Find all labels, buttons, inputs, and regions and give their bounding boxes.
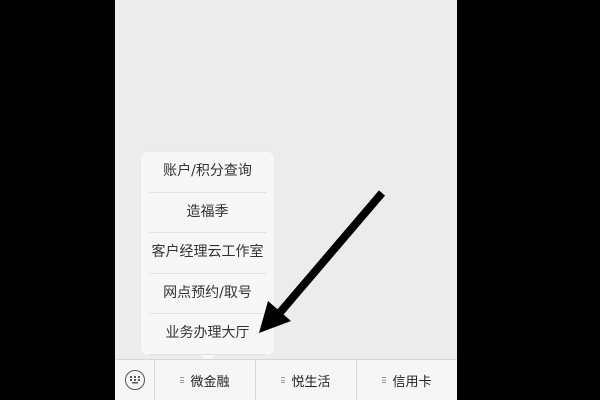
keyboard-toggle-button[interactable]	[115, 360, 155, 400]
tab-label: 悦生活	[291, 374, 331, 390]
submenu-item-account-points[interactable]: 账户/积分查询	[149, 152, 266, 193]
submenu-popup: 账户/积分查询 造福季 客户经理云工作室 网点预约/取号 业务办理大厅	[141, 152, 274, 362]
submenu-item-zaofuji[interactable]: 造福季	[149, 193, 266, 233]
tab-label: 信用卡	[392, 374, 432, 390]
chat-screen: 账户/积分查询 造福季 客户经理云工作室 网点预约/取号 业务办理大厅 微金融 …	[115, 0, 457, 400]
bottom-menu-bar: 微金融 悦生活 信用卡	[115, 359, 457, 400]
tab-credit-card[interactable]: 信用卡	[357, 360, 457, 400]
screenshot-stage: 账户/积分查询 造福季 客户经理云工作室 网点预约/取号 业务办理大厅 微金融 …	[0, 0, 600, 400]
keyboard-icon	[124, 370, 145, 390]
submenu-item-manager-studio[interactable]: 客户经理云工作室	[149, 233, 266, 274]
tab-label: 微金融	[190, 374, 230, 390]
menu-lines-icon	[281, 376, 286, 385]
tab-yue-shenghuo[interactable]: 悦生活	[256, 360, 357, 400]
tab-wei-jinrong[interactable]: 微金融	[155, 360, 256, 400]
submenu-item-business-hall[interactable]: 业务办理大厅	[149, 314, 266, 355]
menu-lines-icon	[382, 376, 387, 385]
menu-lines-icon	[180, 376, 185, 385]
submenu-item-branch-booking[interactable]: 网点预约/取号	[149, 274, 266, 314]
